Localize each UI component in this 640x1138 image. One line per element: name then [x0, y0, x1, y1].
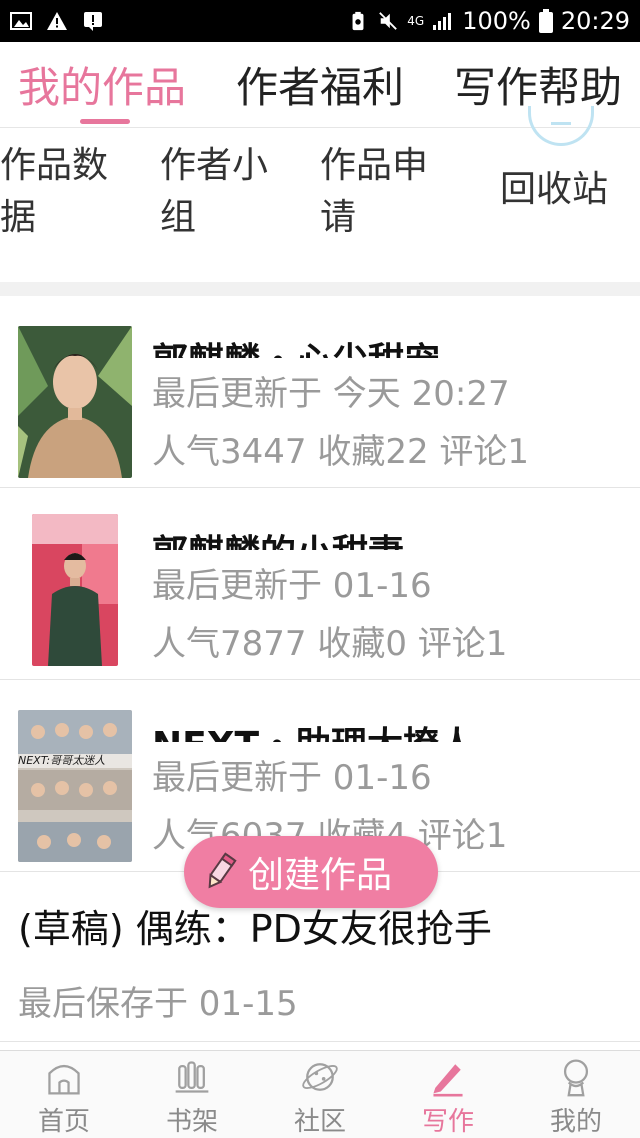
work-cover: NEXT:哥哥太迷人: [18, 710, 132, 862]
work-updated: 最后更新于 今天 20:27: [152, 374, 510, 414]
gallery-icon: [10, 12, 32, 30]
bottom-nav: 首页 书架 社区 写作 我的: [0, 1050, 640, 1138]
pen-icon: [433, 1064, 463, 1097]
nav-community[interactable]: 社区: [256, 1051, 384, 1138]
work-cover: [18, 326, 132, 478]
tool-recycle-bin[interactable]: 回收站: [500, 164, 630, 216]
draft-saved: 最后保存于 01-15: [18, 984, 298, 1024]
tool-works-application[interactable]: 作品申 请: [320, 140, 450, 244]
tab-my-works[interactable]: 我的作品: [18, 42, 186, 128]
status-bar: 4G 100% 20:29: [0, 0, 640, 42]
planet-icon: [302, 1063, 338, 1091]
user-icon: [563, 1059, 589, 1097]
tools-row: 作品数 据 作者小 组 作品申 请 回收站: [0, 106, 640, 278]
nav-label: 首页: [37, 1107, 90, 1137]
home-icon: [48, 1064, 80, 1095]
works-list: 郭麒麟・心尖甜宠 最后更新于 今天 20:27 人气3447 收藏22 评论1 …: [0, 296, 640, 1042]
create-work-button[interactable]: 创建作品: [184, 836, 438, 908]
mute-icon: [379, 12, 398, 30]
battery-saver-icon: [352, 11, 364, 31]
work-item[interactable]: 郭麒麟的小甜妻 最后更新于 01-16 人气7877 收藏0 评论1: [0, 488, 640, 680]
pencil-icon: [208, 852, 237, 889]
work-title: 郭麒麟・心尖甜宠: [152, 332, 612, 358]
nav-label: 书架: [165, 1107, 218, 1137]
work-updated: 最后更新于 01-16: [152, 566, 432, 606]
nav-home[interactable]: 首页: [0, 1051, 128, 1138]
create-work-label: 创建作品: [248, 855, 393, 896]
notification-icons: [10, 11, 104, 31]
recycle-bin-icon: [528, 106, 594, 146]
signal-icon: [433, 13, 452, 30]
work-item[interactable]: 郭麒麟・心尖甜宠 最后更新于 今天 20:27 人气3447 收藏22 评论1: [0, 296, 640, 488]
tool-label: 作者小: [160, 145, 269, 186]
nav-label: 我的: [549, 1107, 602, 1137]
work-title: 郭麒麟的小甜妻: [152, 524, 612, 550]
work-title: NEXT・助理太撩人: [152, 716, 612, 742]
tool-label: 组: [160, 197, 197, 238]
nav-bookshelf[interactable]: 书架: [128, 1051, 256, 1138]
clock: 20:29: [560, 7, 630, 35]
nav-me[interactable]: 我的: [512, 1051, 640, 1138]
work-stats: 人气7877 收藏0 评论1: [152, 624, 508, 664]
nav-write[interactable]: 写作: [384, 1051, 512, 1138]
section-divider: [0, 282, 640, 296]
work-updated: 最后更新于 01-16: [152, 758, 432, 798]
tool-author-group[interactable]: 作者小 组: [160, 140, 290, 244]
work-stats: 人气3447 收藏22 评论1: [152, 432, 530, 472]
tool-works-data[interactable]: 作品数 据: [0, 140, 130, 244]
network-type: 4G: [407, 14, 425, 28]
tool-label: 作品申: [320, 145, 429, 186]
warning-icon: [47, 12, 67, 30]
tool-label: 请: [320, 197, 357, 238]
work-cover: [32, 514, 118, 666]
status-right: 4G 100% 20:29: [347, 7, 630, 35]
bookshelf-icon: [175, 1061, 209, 1093]
battery-icon: [538, 9, 553, 33]
tool-label: 回收站: [500, 169, 609, 210]
tool-label: 作品数: [0, 145, 109, 186]
tab-author-benefits[interactable]: 作者福利: [236, 42, 404, 128]
cover-text: NEXT:哥哥太迷人: [18, 754, 132, 768]
battery-percent: 100%: [462, 7, 531, 35]
nav-label: 社区: [293, 1107, 346, 1137]
nav-label: 写作: [421, 1107, 474, 1137]
tool-label: 据: [0, 197, 37, 238]
alert-icon: [84, 12, 102, 31]
